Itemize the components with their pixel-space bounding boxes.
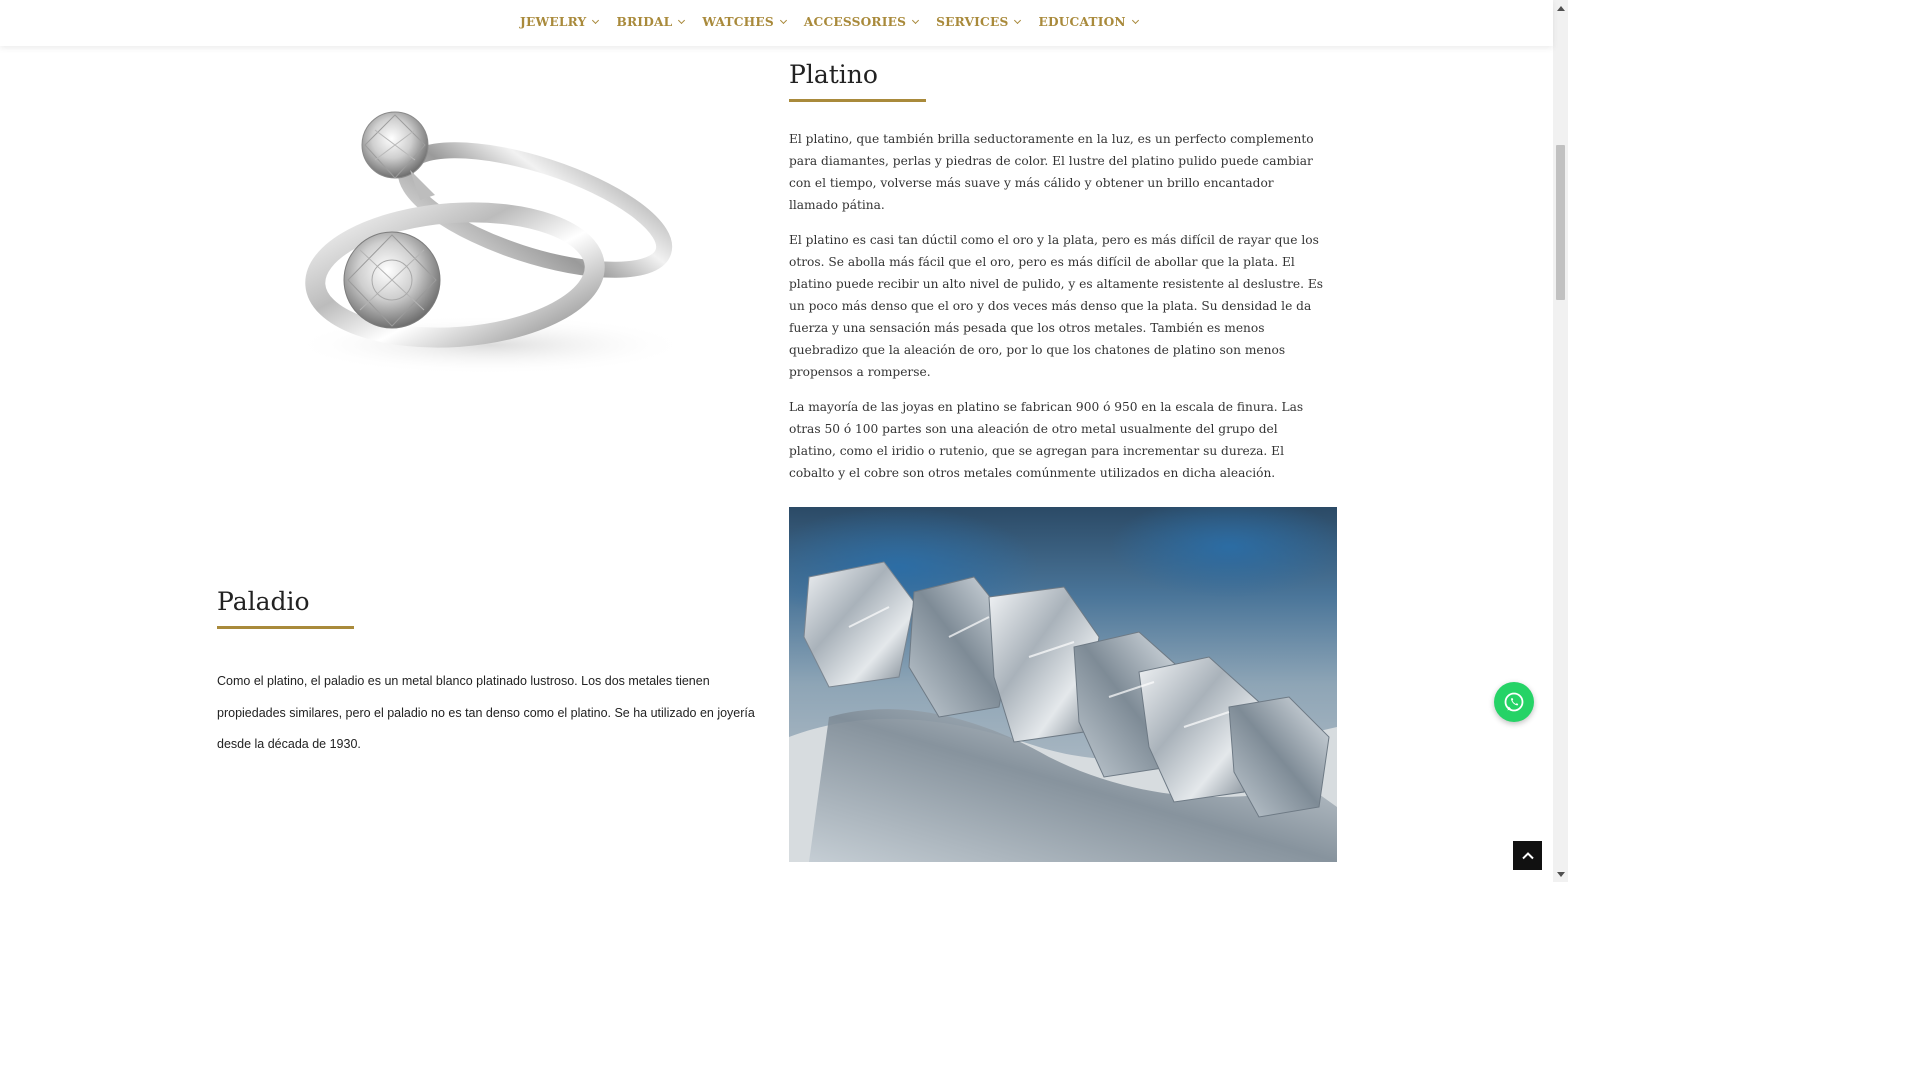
chevron-down-icon — [592, 16, 600, 25]
chevron-up-icon — [1521, 851, 1534, 859]
platino-paragraph: El platino es casi tan dúctil como el or… — [789, 233, 1323, 379]
platino-heading: Platino — [789, 60, 878, 89]
nav-item-accessories[interactable]: ACCESSORIES — [803, 15, 920, 29]
chevron-down-icon — [678, 16, 686, 25]
nav-item-label: JEWELRY — [520, 15, 587, 29]
nav-item-label: ACCESSORIES — [803, 15, 907, 29]
platinum-rings-image — [270, 100, 710, 390]
nav-item-bridal[interactable]: BRIDAL — [616, 15, 686, 29]
scroll-down-arrow-icon[interactable] — [1553, 867, 1568, 882]
paladio-heading-underline — [217, 626, 354, 629]
paladio-heading: Paladio — [217, 587, 310, 616]
paladio-body: Como el platino, el paladio es un metal … — [217, 666, 757, 761]
nav-item-label: BRIDAL — [616, 15, 673, 29]
vertical-scrollbar[interactable] — [1553, 0, 1568, 882]
platino-paragraph: El platino, que también brilla seductora… — [789, 132, 1314, 212]
nav-item-jewelry[interactable]: JEWELRY — [520, 15, 600, 29]
nav-item-label: SERVICES — [936, 15, 1009, 29]
nav-item-education[interactable]: EDUCATION — [1038, 15, 1139, 29]
chevron-down-icon — [912, 16, 920, 25]
whatsapp-icon — [1504, 692, 1524, 712]
back-to-top-button[interactable] — [1513, 841, 1542, 870]
nav-item-label: WATCHES — [702, 15, 774, 29]
chevron-down-icon — [1131, 16, 1139, 25]
platino-heading-underline — [789, 99, 926, 102]
scrollbar-thumb[interactable] — [1556, 145, 1565, 300]
page: JEWELRY BRIDAL WATCHES ACCESSORIES SERVI… — [0, 0, 1568, 882]
nav-menu: JEWELRY BRIDAL WATCHES ACCESSORIES SERVI… — [520, 15, 1139, 29]
chevron-down-icon — [1014, 16, 1022, 25]
nav-item-services[interactable]: SERVICES — [936, 15, 1022, 29]
scroll-up-arrow-icon[interactable] — [1553, 0, 1568, 15]
nav-item-watches[interactable]: WATCHES — [702, 15, 787, 29]
whatsapp-button[interactable] — [1494, 682, 1534, 722]
palladium-metal-image — [789, 507, 1337, 862]
top-navigation: JEWELRY BRIDAL WATCHES ACCESSORIES SERVI… — [0, 0, 1553, 46]
platino-paragraph: La mayoría de las joyas en platino se fa… — [789, 400, 1304, 480]
chevron-down-icon — [779, 16, 787, 25]
paladio-paragraph: Como el platino, el paladio es un metal … — [217, 674, 755, 751]
nav-item-label: EDUCATION — [1038, 15, 1126, 29]
platino-body: El platino, que también brilla seductora… — [789, 128, 1324, 497]
